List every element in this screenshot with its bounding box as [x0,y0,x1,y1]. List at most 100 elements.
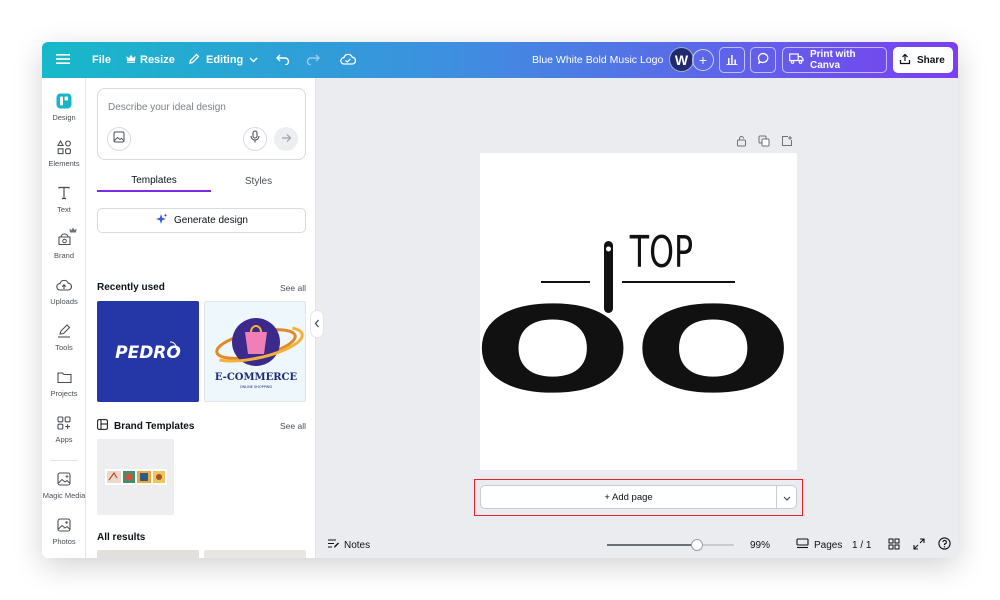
resize-label: Resize [140,54,175,66]
template-thumbnail[interactable] [97,550,199,558]
share-upload-icon [899,53,911,68]
rail-item-projects[interactable]: Projects [42,368,86,408]
undo-icon [276,53,290,68]
template-thumbnail[interactable]: PEDRO [97,301,199,402]
rail-item-label: Text [57,205,71,214]
panel-tabs: Templates Styles [97,170,306,192]
rail-item-label: Elements [48,159,80,168]
rail-item-elements[interactable]: Elements [42,138,86,178]
add-image-button[interactable] [107,127,131,151]
invite-collaborator-button[interactable]: + [692,49,714,71]
tab-templates[interactable]: Templates [97,170,211,192]
rail-item-tools[interactable]: Tools [42,322,86,362]
grid-view-button[interactable] [887,538,901,552]
brand-templates-title: Brand Templates [114,420,195,432]
rail-item-brand[interactable]: Brand [42,227,86,270]
share-label: Share [917,54,945,66]
template-thumbnail[interactable]: E-COMMERCE ONLINE SHOPPING [204,301,306,402]
grid-view-icon [888,538,900,553]
document-title[interactable]: Blue White Bold Music Logo [532,42,663,78]
cloud-check-icon [340,53,357,68]
brand-templates-see-all-link[interactable]: See all [280,421,306,431]
generate-design-label: Generate design [174,215,248,226]
zoom-slider-handle[interactable] [691,539,703,551]
sparkle-icon [155,213,168,229]
recently-used-see-all-link[interactable]: See all [280,283,306,293]
print-with-canva-button[interactable]: Print with Canva [782,47,887,73]
truck-icon [789,53,804,67]
lock-icon[interactable] [734,134,748,148]
ecommerce-logo-image: E-COMMERCE ONLINE SHOPPING [215,318,304,389]
add-page-button[interactable]: + Add page [480,485,776,509]
save-status-button[interactable] [340,42,357,78]
user-avatar[interactable]: W [669,47,694,72]
rail-item-label: Photos [52,537,76,546]
rail-divider [50,460,78,461]
comments-button[interactable] [750,47,776,73]
undo-button[interactable] [276,42,290,78]
crown-icon [126,54,136,66]
chevron-down-icon [249,54,258,66]
help-icon [937,537,951,553]
notes-label: Notes [344,539,371,551]
rail-item-uploads[interactable]: Uploads [42,276,86,316]
notes-button[interactable]: Notes [327,538,370,552]
pages-icon [796,538,809,552]
recently-used-header: Recently used See all [97,282,306,293]
section-title: Recently used [97,282,165,293]
zoom-value[interactable]: 99% [750,540,770,551]
pedro-logo-image: PEDRO [115,341,181,363]
rail-item-photos[interactable]: Photos [42,516,86,556]
tab-styles[interactable]: Styles [211,170,306,192]
share-button[interactable]: Share [893,47,953,73]
rail-item-magic-media[interactable]: Magic Media [42,470,86,510]
canva-editor-window: File Resize Editing Blue White Bold Musi… [42,42,958,558]
voice-input-button[interactable] [243,127,267,151]
add-page-options-button[interactable] [776,485,797,509]
brand-template-thumbnail[interactable] [97,439,174,515]
editing-label: Editing [206,54,244,66]
side-rail: Design Elements Text Brand Uploads Tools… [42,78,86,558]
hamburger-icon [56,53,70,68]
duplicate-page-icon[interactable] [757,134,771,148]
ecommerce-subtitle-text: ONLINE SHOPPING [240,385,273,389]
fullscreen-button[interactable] [912,537,926,552]
add-page-icon[interactable] [780,134,794,148]
help-button[interactable] [937,537,951,553]
redo-button[interactable] [306,42,320,78]
folder-icon [55,368,73,386]
notes-icon [327,538,339,552]
template-thumbnail[interactable] [204,550,306,558]
rail-item-design[interactable]: Design [42,92,86,132]
tools-icon [55,322,73,340]
design-prompt-box[interactable]: Describe your ideal design [97,88,306,160]
ecommerce-title-text: E-COMMERCE [215,372,298,383]
main-menu-button[interactable] [56,42,70,78]
zoom-slider[interactable] [607,539,734,551]
top-bar: File Resize Editing Blue White Bold Musi… [42,42,958,78]
template-preview-image [97,550,199,558]
brand-template-icon [97,419,108,433]
collapse-panel-button[interactable] [310,310,324,338]
page-count: 1 / 1 [852,539,872,551]
page-toolbar [734,134,794,148]
design-page-canvas[interactable]: TOP COOK [334,153,946,470]
rail-item-label: Design [52,113,76,122]
pages-button[interactable]: Pages [796,538,842,552]
rail-item-label: Projects [50,389,78,398]
submit-prompt-button[interactable] [274,127,298,151]
pencil-icon [188,53,200,68]
generate-design-button[interactable]: Generate design [97,208,306,233]
rail-item-text[interactable]: Text [42,184,86,224]
top-cook-logo: TOP COOK [334,227,946,420]
file-menu-button[interactable]: File [92,42,111,78]
all-results-header: All results [97,532,306,543]
photos-icon [55,516,73,534]
pan-handle-shape [604,241,613,313]
logo-top-text: TOP [629,227,693,279]
rail-item-apps[interactable]: Apps [42,414,86,454]
editing-mode-dropdown[interactable]: Editing [188,42,258,78]
image-icon [113,130,125,148]
resize-button[interactable]: Resize [126,42,175,78]
insights-button[interactable] [719,47,745,73]
